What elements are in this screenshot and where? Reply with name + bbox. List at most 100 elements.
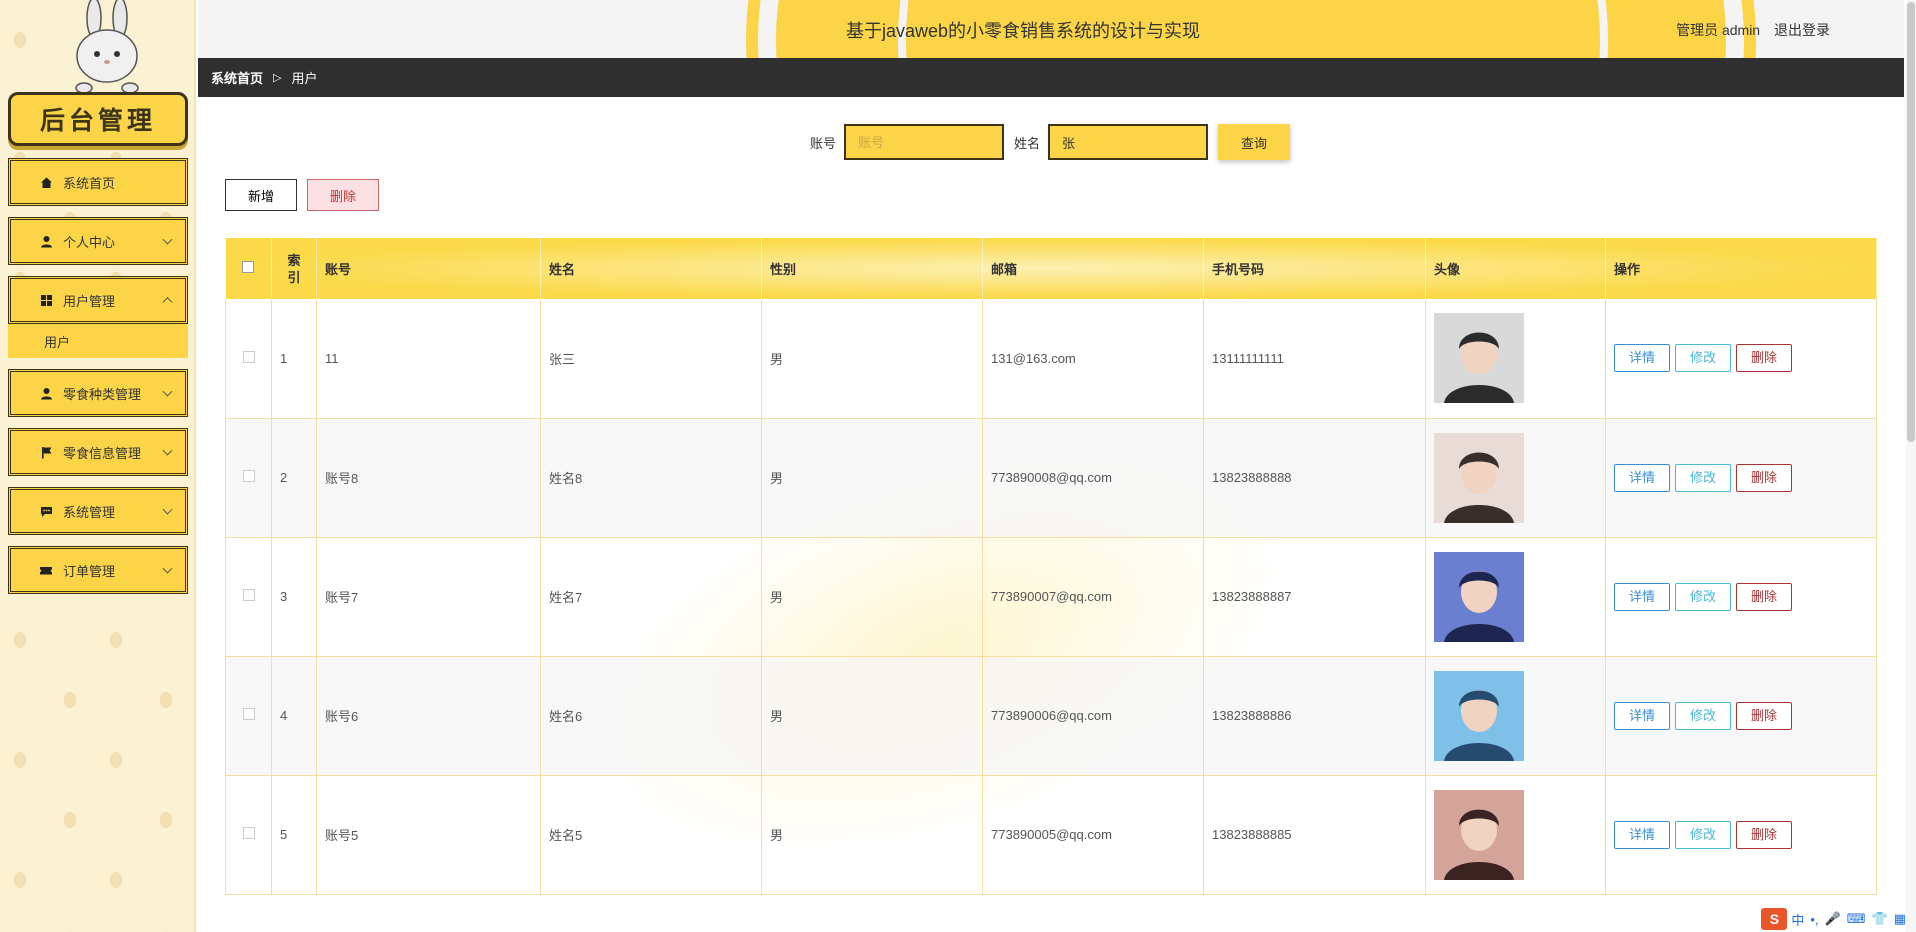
ime-toolbar: S 中 •, 🎤 ⌨ 👕 ▦ — [1761, 908, 1912, 930]
sidebar-menu: 系统首页 个人中心 用户管理 用户 零食种类管理 零食信息管理 系统管理 订单管… — [8, 158, 188, 605]
cell-actions: 详情 修改 删除 — [1605, 537, 1877, 656]
cell-email: 773890007@qq.com — [982, 537, 1204, 656]
home-icon — [39, 175, 53, 189]
cell-avatar — [1425, 775, 1606, 894]
delete-button[interactable]: 删除 — [1736, 582, 1792, 611]
row-checkbox-cell[interactable] — [225, 418, 272, 537]
punctuation-icon[interactable]: •, — [1810, 912, 1818, 927]
table-row: 1 11 张三男 131@163.com 13111111111 详情 修改 删除 — [225, 299, 1877, 418]
cell-phone: 13111111111 — [1203, 299, 1426, 418]
sogou-ime-icon[interactable]: S — [1761, 908, 1788, 930]
keyboard-icon[interactable]: ⌨ — [1847, 911, 1866, 927]
user-name: 管理员 admin — [1676, 22, 1761, 38]
sidebar-item-home[interactable]: 系统首页 — [8, 158, 188, 206]
detail-button[interactable]: 详情 — [1614, 820, 1670, 849]
sidebar-item-label: 系统首页 — [63, 175, 116, 191]
sidebar-item-users[interactable]: 用户管理 — [8, 276, 188, 324]
table-row: 5 账号5 姓名5 男 773890005@qq.com 13823888885 详情 修改删… — [225, 775, 1877, 894]
cell-phone: 13823888887 — [1203, 537, 1426, 656]
cell-email: 773890008@qq.com — [982, 418, 1204, 537]
detail-button[interactable]: 详情 — [1614, 701, 1670, 730]
scrollbar-thumb[interactable] — [1907, 2, 1915, 442]
sidebar-item-orders[interactable]: 订单管理 — [8, 546, 188, 594]
cell-gender: 男 — [761, 656, 983, 775]
cell-avatar — [1425, 537, 1606, 656]
row-checkbox-cell[interactable] — [225, 537, 272, 656]
batch-delete-button[interactable]: 删除 — [307, 179, 379, 211]
chevron-down-icon — [162, 445, 173, 456]
select-all-checkbox[interactable] — [242, 261, 255, 273]
row-checkbox[interactable] — [242, 708, 255, 720]
row-checkbox-cell[interactable] — [225, 299, 272, 418]
detail-button[interactable]: 详情 — [1614, 582, 1670, 611]
toolbox-icon[interactable]: ▦ — [1894, 911, 1906, 927]
ticket-icon — [39, 563, 53, 577]
cell-avatar — [1425, 418, 1606, 537]
cell-index: 2 — [271, 418, 317, 537]
cell-phone: 13823888888 — [1203, 418, 1426, 537]
table-row: 3 账号7 姓名7 男 773890007@qq.com 13823888887 详情 修改删… — [225, 537, 1877, 656]
cell-email: 773890005@qq.com — [982, 775, 1204, 894]
row-checkbox-cell[interactable] — [225, 775, 272, 894]
flag-icon — [39, 445, 53, 459]
edit-button[interactable]: 修改 — [1675, 344, 1731, 373]
col-header-actions: 操作 — [1605, 238, 1877, 299]
name-search-input[interactable] — [1048, 124, 1209, 160]
edit-button[interactable]: 修改 — [1675, 701, 1731, 730]
ime-mode[interactable]: 中 — [1791, 910, 1804, 929]
sidebar: 后台管理 系统首页 个人中心 用户管理 用户 零食种类管理 零食信息管理 系统管… — [0, 0, 196, 932]
skin-icon[interactable]: 👕 — [1872, 911, 1888, 927]
avatar — [1434, 789, 1524, 880]
sidebar-item-personal[interactable]: 个人中心 — [8, 217, 188, 265]
avatar — [1434, 432, 1524, 523]
row-checkbox[interactable] — [242, 827, 255, 839]
sidebar-item-snack-info[interactable]: 零食信息管理 — [8, 428, 188, 476]
page-scrollbar[interactable] — [1906, 0, 1916, 932]
row-checkbox-cell[interactable] — [225, 656, 272, 775]
add-button[interactable]: 新增 — [225, 179, 297, 211]
avatar — [1434, 551, 1524, 642]
table-row: 2 账号8 姓名8 男 773890008@qq.com 13823888888 详情 修改删… — [225, 418, 1877, 537]
grid-icon — [39, 293, 53, 307]
sidebar-subitem-user[interactable]: 用户 — [8, 324, 188, 358]
microphone-icon[interactable]: 🎤 — [1825, 911, 1841, 927]
edit-button[interactable]: 修改 — [1675, 820, 1731, 849]
chevron-down-icon — [162, 563, 173, 574]
breadcrumb: 系统首页 ▷ 用户 — [198, 58, 1904, 97]
row-checkbox[interactable] — [242, 350, 255, 363]
cell-gender: 男 — [761, 299, 983, 418]
sidebar-item-snack-category[interactable]: 零食种类管理 — [8, 369, 188, 417]
row-checkbox[interactable] — [242, 589, 255, 601]
cell-account: 账号6 — [316, 656, 541, 775]
query-button[interactable]: 查询 — [1218, 124, 1291, 160]
cell-actions: 详情 修改 删除 — [1605, 775, 1877, 894]
delete-button[interactable]: 删除 — [1736, 463, 1792, 492]
cell-phone: 13823888885 — [1203, 775, 1426, 894]
sidebar-item-system[interactable]: 系统管理 — [8, 487, 188, 535]
select-all-checkbox-cell[interactable] — [225, 238, 272, 299]
breadcrumb-home[interactable]: 系统首页 — [211, 68, 263, 87]
delete-button[interactable]: 删除 — [1736, 344, 1792, 373]
cell-index: 3 — [271, 537, 317, 656]
cell-index: 1 — [271, 299, 317, 418]
avatar — [1434, 670, 1524, 761]
sidebar-item-label: 零食种类管理 — [63, 386, 142, 402]
action-bar: 新增 删除 — [225, 179, 379, 211]
detail-button[interactable]: 详情 — [1614, 344, 1670, 373]
cell-actions: 详情 修改 删除 — [1605, 299, 1877, 418]
sidebar-item-label: 个人中心 — [63, 234, 116, 250]
edit-button[interactable]: 修改 — [1675, 463, 1731, 492]
chevron-down-icon — [162, 234, 173, 245]
row-checkbox[interactable] — [242, 470, 255, 482]
account-search-input[interactable] — [844, 124, 1005, 160]
cell-account: 账号5 — [316, 775, 541, 894]
detail-button[interactable]: 详情 — [1614, 463, 1670, 492]
page-title: 基于javaweb的小零食销售系统的设计与实现 — [845, 21, 1201, 41]
delete-button[interactable]: 删除 — [1736, 820, 1792, 849]
delete-button[interactable]: 删除 — [1736, 701, 1792, 730]
sidebar-item-label: 用户管理 — [63, 293, 116, 309]
cell-name: 姓名8 — [540, 418, 762, 537]
edit-button[interactable]: 修改 — [1675, 582, 1731, 611]
logout-link[interactable]: 退出登录 — [1774, 22, 1830, 38]
cell-avatar — [1425, 656, 1606, 775]
